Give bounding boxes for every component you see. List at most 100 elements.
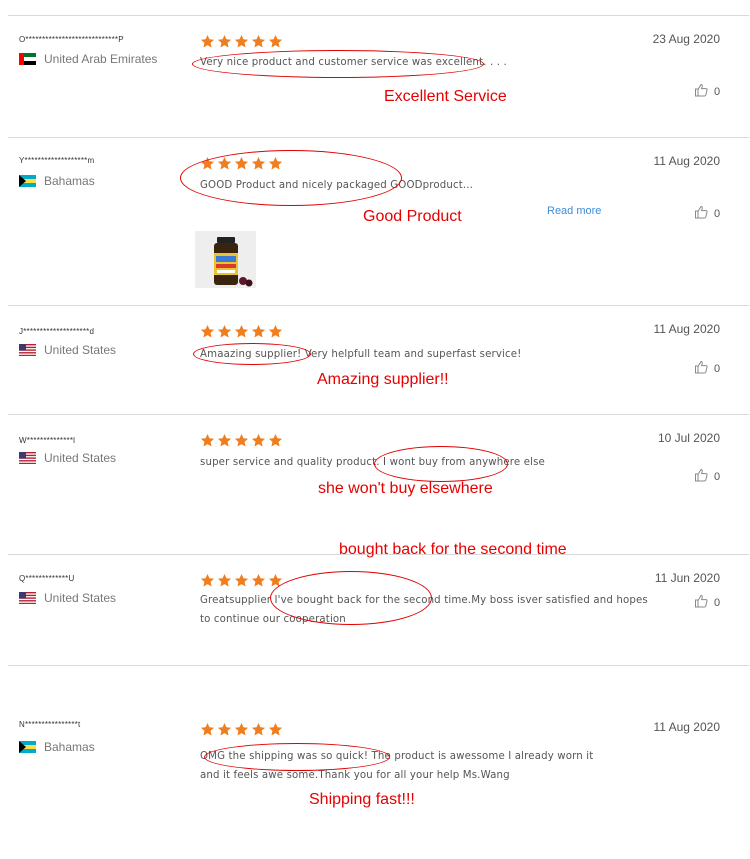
country-label: United Arab Emirates (44, 52, 158, 66)
review-date: 23 Aug 2020 (652, 32, 720, 46)
review-date: 11 Aug 2020 (653, 720, 720, 734)
like-count: 0 (714, 207, 721, 220)
reviewer-name: J********************d (19, 327, 95, 336)
read-more-link[interactable]: Read more (547, 205, 601, 217)
us-flag-icon (19, 452, 36, 464)
star-rating (200, 324, 283, 339)
review-text-line: Very nice product and customer service w… (200, 57, 507, 68)
country-label: United States (44, 591, 117, 605)
review-text: Amaazing supplier! Very helpfull team an… (200, 345, 521, 364)
star-icon (268, 433, 283, 448)
star-icon (268, 722, 283, 737)
annotation-label: she won't buy elsewhere (318, 480, 493, 497)
country-label: Bahamas (44, 740, 95, 754)
reviewer-country: United States (19, 451, 116, 465)
bahamas-flag-icon (19, 175, 36, 187)
product-bottle-photo[interactable] (195, 231, 256, 288)
star-icon (234, 433, 249, 448)
star-icon (200, 573, 215, 588)
review-text-line: Amaazing supplier! Very helpfull team an… (200, 349, 522, 360)
star-icon (234, 573, 249, 588)
divider (8, 665, 749, 666)
reviewer-name: O****************************P (19, 35, 124, 44)
annotation-label: bought back for the second time (339, 541, 567, 558)
divider (8, 137, 749, 138)
review-text-line: to continue our cooperation (200, 614, 346, 625)
star-icon (268, 324, 283, 339)
like-count: 0 (714, 470, 721, 483)
reviewer-country: Bahamas (19, 174, 95, 188)
star-icon (251, 156, 266, 171)
reviewer-name: Q*************U (19, 574, 75, 583)
star-icon (217, 722, 232, 737)
star-icon (268, 34, 283, 49)
review-text-line: GOOD Product and nicely packaged GOODpro… (200, 180, 474, 191)
reviewer-country: United States (19, 591, 116, 605)
star-icon (217, 156, 232, 171)
review-text: GOOD Product and nicely packaged GOODpro… (200, 176, 473, 195)
like-count: 0 (714, 85, 721, 98)
star-icon (251, 34, 266, 49)
annotation-label: Amazing supplier!! (317, 371, 449, 388)
star-rating (200, 34, 283, 49)
star-icon (217, 433, 232, 448)
country-label: Bahamas (44, 174, 95, 188)
review-text: Greatsupplier I've bought back for the s… (200, 591, 648, 629)
country-label: United States (44, 343, 117, 357)
star-icon (251, 573, 266, 588)
like-count: 0 (714, 596, 721, 609)
star-icon (200, 433, 215, 448)
review-text-line: super service and quality product. I won… (200, 457, 545, 468)
country-label: United States (44, 451, 117, 465)
star-icon (234, 34, 249, 49)
like-button[interactable]: 0 (694, 468, 720, 485)
reviewer-name: Y*******************m (19, 156, 95, 165)
reviewer-country: United Arab Emirates (19, 52, 157, 66)
review-date: 11 Aug 2020 (653, 154, 720, 168)
review-text: Very nice product and customer service w… (200, 53, 507, 72)
star-icon (234, 324, 249, 339)
star-icon (200, 324, 215, 339)
star-icon (234, 722, 249, 737)
review-text-line: Greatsupplier I've bought back for the s… (200, 595, 648, 606)
review-text-line: and it feels awe some.Thank you for all … (200, 770, 510, 781)
star-icon (268, 573, 283, 588)
like-button[interactable]: 0 (694, 205, 720, 222)
us-flag-icon (19, 592, 36, 604)
thumbs-up-icon (694, 468, 708, 485)
annotation-label: Good Product (363, 208, 462, 225)
reviewer-name: W**************l (19, 436, 76, 445)
review-text: OMG the shipping was so quick! The produ… (200, 747, 593, 785)
review-text-line: OMG the shipping was so quick! The produ… (200, 751, 594, 762)
thumbs-up-icon (694, 594, 708, 611)
review-date: 11 Aug 2020 (653, 322, 720, 336)
star-icon (251, 433, 266, 448)
star-icon (251, 722, 266, 737)
star-icon (200, 722, 215, 737)
thumbs-up-icon (694, 205, 708, 222)
bahamas-flag-icon (19, 741, 36, 753)
star-icon (200, 156, 215, 171)
star-icon (217, 34, 232, 49)
us-flag-icon (19, 344, 36, 356)
review-date: 11 Jun 2020 (654, 571, 720, 585)
annotation-label: Excellent Service (384, 88, 507, 105)
thumbs-up-icon (694, 360, 708, 377)
like-button[interactable]: 0 (694, 360, 720, 377)
star-rating (200, 156, 283, 171)
review-date: 10 Jul 2020 (657, 431, 720, 445)
star-icon (217, 324, 232, 339)
like-button[interactable]: 0 (694, 594, 720, 611)
star-rating (200, 722, 283, 737)
reviewer-name: N****************t (19, 720, 81, 729)
divider (8, 15, 749, 16)
star-icon (234, 156, 249, 171)
like-count: 0 (714, 362, 721, 375)
star-rating (200, 573, 283, 588)
star-icon (200, 34, 215, 49)
review-text: super service and quality product. I won… (200, 453, 545, 472)
reviewer-country: United States (19, 343, 116, 357)
like-button[interactable]: 0 (694, 83, 720, 100)
thumbs-up-icon (694, 83, 708, 100)
divider (8, 305, 749, 306)
